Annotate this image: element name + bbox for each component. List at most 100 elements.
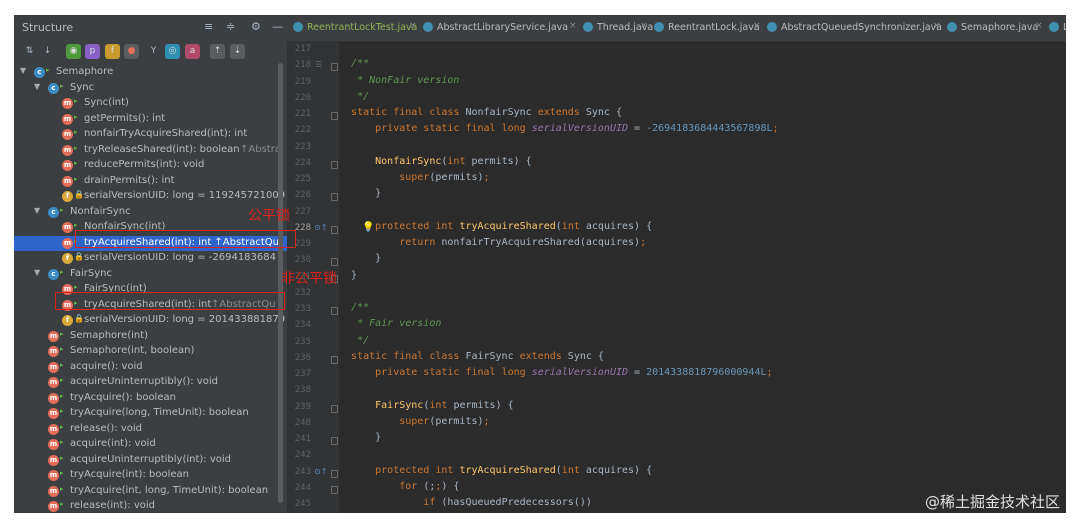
sort-alpha-icon[interactable]: ↓ <box>40 44 55 59</box>
collapse-all-icon[interactable]: ≑ <box>226 20 235 33</box>
line-number: 224 <box>294 157 311 168</box>
tree-item[interactable]: m ▸ tryAcquire(int): boolean <box>14 468 287 484</box>
close-tab-icon[interactable]: × <box>1035 21 1043 31</box>
show-interfaces-icon[interactable]: a <box>185 44 200 59</box>
code-token: * Fair version <box>351 318 442 330</box>
tree-item[interactable]: m ▸ acquireUninterruptibly(): void <box>14 375 287 391</box>
code-line <box>339 286 1066 302</box>
code-token: super <box>399 415 430 427</box>
tree-item-label: Sync(int) <box>84 97 129 108</box>
tree-item[interactable]: m ▸ drainPermits(): int <box>14 174 287 190</box>
tree-item[interactable]: f 🔒 serialVersionUID: long = -2694183684 <box>14 251 287 267</box>
code-area[interactable]: /** * NonFair version */ static final cl… <box>339 41 1066 513</box>
code-token: ; <box>766 367 773 378</box>
show-properties-icon[interactable]: p <box>85 44 100 59</box>
show-lambdas-icon[interactable]: Y <box>146 44 161 59</box>
tree-item[interactable]: ▼ c ▸ FairSync <box>14 267 287 283</box>
autoscroll-to-source-icon[interactable]: ⇡ <box>210 44 225 59</box>
line-number: 226 <box>294 190 311 201</box>
fold-marker-icon[interactable] <box>331 437 338 445</box>
fold-marker-icon[interactable] <box>331 193 338 202</box>
tree-item[interactable]: m ▸ tryAcquire(int, long, TimeUnit): boole… <box>14 484 287 500</box>
tree-item[interactable]: m ▸ tryReleaseShared(int): boolean ↑Abstra <box>14 143 287 159</box>
gear-icon[interactable]: ⚙ <box>251 20 261 33</box>
override-marker-icon[interactable]: ⊙↑ <box>314 467 327 476</box>
tree-item[interactable]: m ▸ tryAcquire(long, TimeUnit): boolean <box>14 406 287 422</box>
code-token: tryAcquireShared <box>459 464 556 476</box>
fold-marker-icon[interactable] <box>331 485 338 494</box>
structure-panel: Structure ≡ ≑ ⚙ — ⇅ ↓ ◉ p f ● Y ◎ a ⇡ ⇣ … <box>14 15 287 513</box>
tree-item[interactable]: m ▸ reducePermits(int): void <box>14 158 287 174</box>
show-fields-icon[interactable]: f <box>105 44 120 59</box>
tree-item[interactable]: m ▸ Sync(int) <box>14 96 287 112</box>
expand-arrow-icon[interactable]: ▼ <box>34 82 40 91</box>
visibility-icon: ▸ <box>74 97 78 105</box>
line-number: 241 <box>294 434 311 444</box>
doc-comment-icon[interactable]: ☰ <box>315 60 322 69</box>
close-tab-icon[interactable]: × <box>753 21 761 31</box>
fold-marker-icon[interactable] <box>331 355 338 364</box>
tree-item[interactable]: m ▸ nonfairTryAcquireShared(int): int <box>14 127 287 143</box>
tree-item[interactable]: ▼ c ▸ Semaphore <box>14 65 287 81</box>
fair-lock-highlight-box <box>75 230 296 248</box>
tree-item[interactable]: m ▸ acquire(): void <box>14 360 287 376</box>
minimize-icon[interactable]: — <box>272 20 283 33</box>
code-line: /** <box>339 302 1066 318</box>
show-inherited-icon[interactable]: ◉ <box>66 44 81 59</box>
code-token: protected int <box>375 220 460 232</box>
visibility-icon: ▸ <box>74 283 78 291</box>
fold-marker-icon[interactable] <box>331 112 338 120</box>
expand-arrow-icon[interactable]: ▼ <box>34 268 40 277</box>
line-number: 240 <box>294 417 311 428</box>
fold-marker-icon[interactable] <box>331 404 338 413</box>
editor-tab-label: Semaphore.java <box>961 22 1039 33</box>
fold-marker-icon[interactable] <box>331 63 338 72</box>
fold-marker-icon[interactable] <box>331 225 338 234</box>
fold-marker-icon[interactable] <box>331 307 338 315</box>
line-number: 221 <box>294 109 311 119</box>
override-marker-icon[interactable]: ⊙↑ <box>314 223 327 232</box>
expand-arrow-icon[interactable]: ▼ <box>34 206 40 215</box>
sort-visibility-icon[interactable]: ⇅ <box>22 44 37 59</box>
intention-bulb-icon[interactable]: 💡 <box>362 222 374 233</box>
show-non-public-icon[interactable]: ● <box>124 44 139 59</box>
close-tab-icon[interactable]: × <box>569 21 577 31</box>
tree-item-label: serialVersionUID: long = 201433881879 <box>84 314 286 325</box>
fold-marker-icon[interactable] <box>331 258 338 267</box>
tree-item[interactable]: m ▸ release(int): void <box>14 499 287 513</box>
line-number: 222 <box>294 125 311 136</box>
editor-tab-label: ReentrantLock.java <box>668 22 760 33</box>
close-tab-icon[interactable]: × <box>409 21 417 31</box>
code-token: Sync { <box>585 107 622 118</box>
method-icon: m <box>62 98 73 109</box>
show-anonymous-icon[interactable]: ◎ <box>165 44 180 59</box>
tree-item[interactable]: f 🔒 serialVersionUID: long = 201433881879 <box>14 313 287 329</box>
close-tab-icon[interactable]: × <box>933 21 941 31</box>
line-number: 239 <box>294 401 311 412</box>
method-icon: m <box>48 439 59 450</box>
close-tab-icon[interactable]: × <box>640 21 648 31</box>
tree-item[interactable]: m ▸ getPermits(): int <box>14 112 287 128</box>
expand-arrow-icon[interactable]: ▼ <box>20 66 26 75</box>
java-class-icon <box>423 22 433 32</box>
code-token: for <box>399 480 424 492</box>
tree-item[interactable]: m ▸ acquire(int): void <box>14 437 287 453</box>
tree-item[interactable]: ▼ c ▸ Sync <box>14 81 287 97</box>
line-number: 234 <box>294 320 311 331</box>
code-line: return nonfairTryAcquireShared(acquires)… <box>339 237 1066 253</box>
code-line: protected int tryAcquireShared(int acqui… <box>339 465 1066 481</box>
tree-item[interactable]: m ▸ acquireUninterruptibly(int): void <box>14 453 287 469</box>
tree-item[interactable]: f 🔒 serialVersionUID: long = 119245721009 <box>14 189 287 205</box>
tree-item[interactable]: ▼ c ▸ NonfairSync <box>14 205 287 221</box>
tree-item[interactable]: m ▸ release(): void <box>14 422 287 438</box>
line-number: 219 <box>294 76 311 87</box>
tree-item[interactable]: m ▸ tryAcquire(): boolean <box>14 391 287 407</box>
tree-item[interactable]: m ▸ Semaphore(int) <box>14 329 287 345</box>
fold-marker-icon[interactable] <box>331 469 338 478</box>
tree-item[interactable]: m ▸ Semaphore(int, boolean) <box>14 344 287 360</box>
fold-marker-icon[interactable] <box>331 160 338 169</box>
autoscroll-from-source-icon[interactable]: ⇣ <box>230 44 245 59</box>
expand-all-icon[interactable]: ≡ <box>204 20 213 33</box>
